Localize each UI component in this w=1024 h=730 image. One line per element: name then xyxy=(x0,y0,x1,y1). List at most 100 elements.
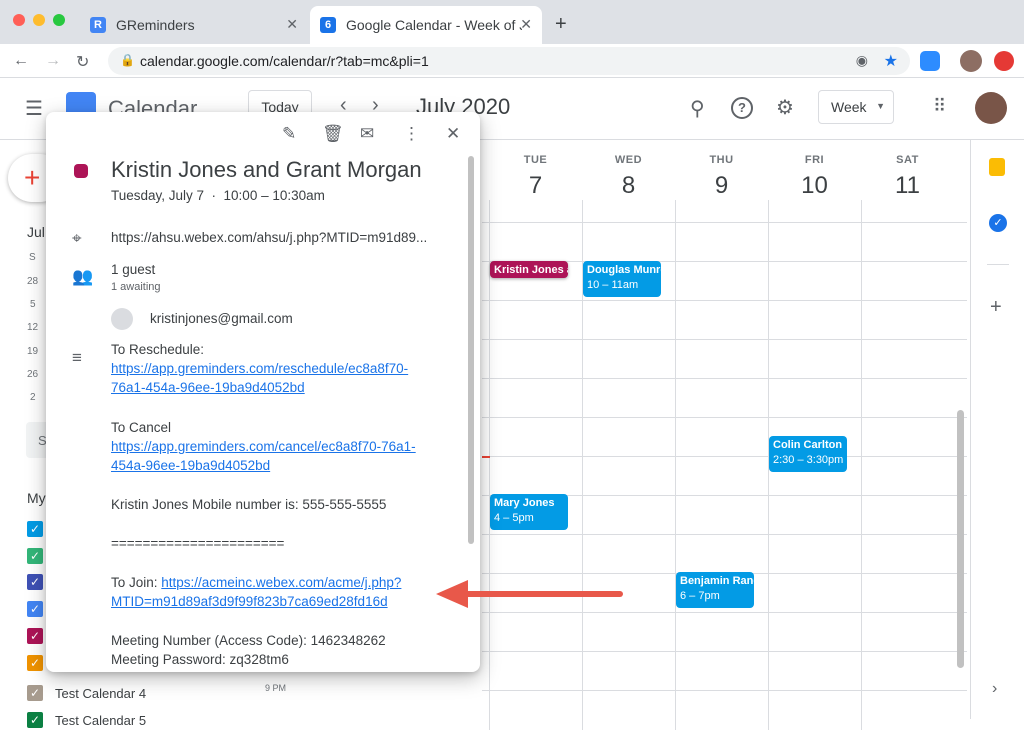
event-details-popup: ✎ 🗑 ✉ ⋮ ✕ Kristin Jones and Grant Morgan… xyxy=(46,112,480,672)
minimize-window-button[interactable] xyxy=(33,14,45,26)
day-number[interactable]: 8 xyxy=(582,172,675,200)
reload-icon[interactable]: ↻ xyxy=(76,52,89,72)
view-selector[interactable]: Week ▼ xyxy=(818,90,894,124)
mini-calendar-month: Jul xyxy=(27,224,45,240)
event-time: 6 – 7pm xyxy=(680,590,720,602)
mini-cal-row: S xyxy=(29,252,36,263)
day-header-thu[interactable]: THU 9 xyxy=(675,154,768,200)
guest-count: 1 guest xyxy=(111,262,156,277)
calendar-checkbox[interactable]: ✓ xyxy=(27,712,43,728)
maximize-window-button[interactable] xyxy=(53,14,65,26)
calendar-name: Test Calendar 4 xyxy=(55,686,147,701)
browser-tab-calendar[interactable]: 6 Google Calendar - Week of Jul ✕ xyxy=(310,6,542,44)
desc-reschedule-label: To Reschedule: xyxy=(111,342,205,357)
day-number[interactable]: 9 xyxy=(675,172,768,200)
close-tab-icon[interactable]: ✕ xyxy=(520,16,532,33)
day-header-wed[interactable]: WED 8 xyxy=(582,154,675,200)
mini-cal-row[interactable]: 19 xyxy=(27,346,38,357)
calendar-checkbox[interactable]: ✓ xyxy=(27,628,43,644)
calendar-checkbox[interactable]: ✓ xyxy=(27,685,43,701)
grid-line xyxy=(482,339,967,340)
reschedule-link[interactable]: https://app.greminders.com/reschedule/ec… xyxy=(111,359,408,379)
grid-line xyxy=(482,651,967,652)
cancel-link[interactable]: 454a-96ee-19ba9d4052bd xyxy=(111,456,270,476)
annotation-arrow xyxy=(436,580,623,608)
grid-scrollbar[interactable] xyxy=(957,410,964,668)
time-label: 9 PM xyxy=(265,683,287,693)
event-chip[interactable]: Colin Carlton 2:30 – 3:30pm xyxy=(769,436,847,472)
day-name: SAT xyxy=(896,154,919,166)
day-header-tue[interactable]: TUE 7 xyxy=(489,154,582,200)
expand-panel-icon[interactable]: › xyxy=(992,680,997,698)
delete-trash-icon[interactable]: 🗑 xyxy=(322,124,344,144)
email-guests-icon[interactable]: ✉ xyxy=(360,124,374,144)
calendar-checkbox[interactable]: ✓ xyxy=(27,601,43,617)
calendar-checkbox[interactable]: ✓ xyxy=(27,521,43,537)
mini-cal-row[interactable]: 12 xyxy=(27,322,38,333)
all-day-divider xyxy=(482,222,967,223)
calendar-checkbox[interactable]: ✓ xyxy=(27,574,43,590)
browser-tab-greminders[interactable]: R GReminders ✕ xyxy=(80,6,308,44)
new-tab-icon[interactable]: + xyxy=(555,13,567,36)
mini-cal-row[interactable]: 26 xyxy=(27,369,38,380)
settings-gear-icon[interactable]: ⚙ xyxy=(776,95,794,120)
event-chip[interactable]: Kristin Jones a xyxy=(490,261,568,278)
cancel-link[interactable]: https://app.greminders.com/cancel/ec8a8f… xyxy=(111,437,416,457)
more-options-icon[interactable]: ⋮ xyxy=(403,124,420,144)
extension-icon[interactable] xyxy=(994,51,1014,71)
event-chip[interactable]: Benjamin Rand 6 – 7pm xyxy=(676,572,754,608)
day-number[interactable]: 11 xyxy=(861,172,954,200)
event-chip[interactable]: Douglas Munre 10 – 11am xyxy=(583,261,661,297)
day-number[interactable]: 7 xyxy=(489,172,582,200)
close-tab-icon[interactable]: ✕ xyxy=(286,16,298,33)
desc-meeting-password: Meeting Password: zq328tm6 xyxy=(111,652,289,667)
search-icon[interactable]: ⚲ xyxy=(690,96,705,121)
day-name: WED xyxy=(614,154,643,166)
guest-email[interactable]: kristinjones@gmail.com xyxy=(150,309,293,329)
event-location[interactable]: https://ahsu.webex.com/ahsu/j.php?MTID=m… xyxy=(111,228,427,248)
my-calendars-heading[interactable]: My xyxy=(27,490,46,506)
guest-status: 1 awaiting xyxy=(111,281,161,293)
day-name: TUE xyxy=(523,154,548,166)
mini-cal-row[interactable]: 5 xyxy=(30,299,36,310)
day-number[interactable]: 10 xyxy=(768,172,861,200)
event-color-swatch xyxy=(74,164,88,178)
calendar-checkbox[interactable]: ✓ xyxy=(27,548,43,564)
add-addon-icon[interactable]: + xyxy=(990,296,1002,319)
tab-title: GReminders xyxy=(116,17,195,33)
event-datetime: Tuesday, July 7 · 10:00 – 10:30am xyxy=(111,188,325,203)
mini-cal-row[interactable]: 2 xyxy=(30,392,36,403)
popup-scrollbar[interactable] xyxy=(468,156,474,544)
join-link[interactable]: https://acmeinc.webex.com/acme/j.php? xyxy=(161,575,401,590)
account-avatar[interactable] xyxy=(975,92,1007,124)
mini-cal-row[interactable]: 28 xyxy=(27,276,38,287)
event-chip[interactable]: Mary Jones 4 – 5pm xyxy=(490,494,568,530)
main-menu-icon[interactable]: ☰ xyxy=(25,96,43,121)
back-icon[interactable]: ← xyxy=(13,52,29,70)
calendar-favicon-icon: 6 xyxy=(320,17,336,33)
calendar-checkbox[interactable]: ✓ xyxy=(27,655,43,671)
address-bar[interactable]: 🔒 calendar.google.com/calendar/r?tab=mc&… xyxy=(108,47,910,75)
join-link[interactable]: MTID=m91d89af3d9f99f823b7ca69ed28fd16d xyxy=(111,592,388,612)
forward-icon[interactable]: → xyxy=(45,52,61,70)
reschedule-link[interactable]: 76a1-454a-96ee-19ba9d4052bd xyxy=(111,378,305,398)
day-header-fri[interactable]: FRI 10 xyxy=(768,154,861,200)
help-icon[interactable]: ? xyxy=(731,97,753,119)
apps-grid-icon[interactable]: ⠿ xyxy=(933,96,946,117)
eye-icon[interactable]: ◉ xyxy=(856,52,868,69)
guests-icon: 👥 xyxy=(72,267,94,286)
keep-icon[interactable] xyxy=(989,158,1005,176)
grid-line xyxy=(482,417,967,418)
event-title: Benjamin Rand xyxy=(680,575,754,587)
zoom-extension-icon[interactable] xyxy=(920,51,940,71)
grid-line xyxy=(482,690,967,691)
view-selector-label: Week xyxy=(831,99,867,115)
url-text: calendar.google.com/calendar/r?tab=mc&pl… xyxy=(140,53,429,69)
tasks-icon[interactable]: ✓ xyxy=(989,214,1007,232)
bookmark-star-icon[interactable]: ★ xyxy=(884,51,898,71)
profile-avatar[interactable] xyxy=(960,50,982,72)
edit-pencil-icon[interactable]: ✎ xyxy=(282,124,296,144)
close-window-button[interactable] xyxy=(13,14,25,26)
close-icon[interactable]: ✕ xyxy=(446,124,460,144)
day-header-sat[interactable]: SAT 11 xyxy=(861,154,954,200)
